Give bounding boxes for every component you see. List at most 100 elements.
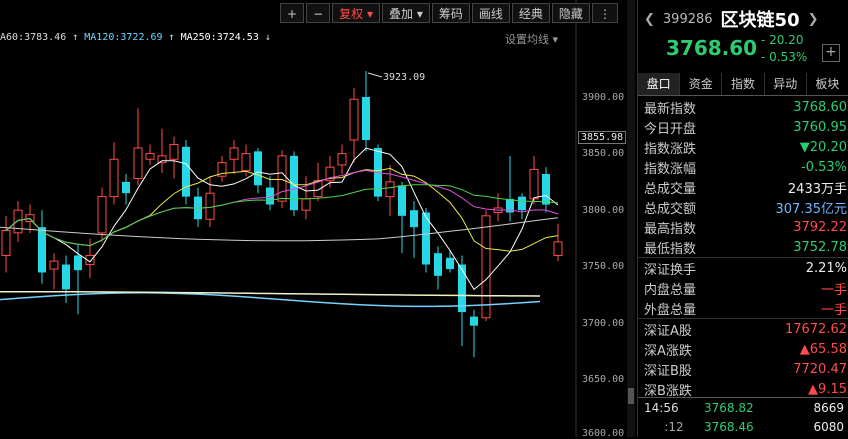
candle-body: [122, 181, 130, 194]
quote-row-value: 一手: [820, 282, 847, 298]
quote-row: 最高指数 3792.22: [638, 217, 848, 237]
candle-body: [446, 257, 454, 270]
candle-body: [362, 97, 370, 141]
dropdown-arrow-icon: ▾: [416, 7, 423, 21]
quote-row: 深证换手 2.21%: [638, 257, 848, 278]
quote-panel: ❮ 399286 区块链50 ❯ 3768.60 - 20.20 - 0.53%…: [637, 0, 848, 437]
candle-body: [385, 181, 395, 198]
quote-row: 最新指数 3768.60: [638, 97, 848, 117]
quote-row-label: 最低指数: [644, 241, 697, 257]
chevron-right-icon[interactable]: ❯: [808, 12, 819, 27]
arrow-up-icon: ↑: [72, 32, 79, 43]
quote-row-value: 一手: [820, 302, 847, 318]
tab-funds[interactable]: 资金: [680, 73, 723, 95]
quote-row-label: 深证A股: [644, 323, 692, 339]
quote-header: ❮ 399286 区块链50 ❯: [644, 6, 819, 32]
chevron-left-icon[interactable]: ❮: [644, 12, 655, 27]
quote-row: 指数涨幅 -0.53%: [638, 157, 848, 177]
candle-body: [277, 155, 287, 202]
draw-line-button[interactable]: 画线: [471, 3, 510, 23]
quote-rows: 最新指数 3768.60 今日开盘 3760.95 指数涨跌 ▼20.20 指数涨幅 -0.5…: [638, 97, 848, 399]
quote-row: 总成交量 2433万手: [638, 177, 848, 197]
quote-row-value: 3752.78: [793, 239, 847, 255]
quote-row-label: 总成交量: [644, 181, 697, 197]
tab-order-book[interactable]: 盘口: [638, 73, 681, 95]
candle-body: [518, 196, 526, 211]
candle-body: [157, 155, 167, 164]
ma-setting-link[interactable]: 设置均线 ▾: [505, 31, 558, 47]
candlestick-plot[interactable]: [0, 0, 634, 437]
dropdown-arrow-icon: ▾: [366, 7, 373, 21]
quote-row: 外盘总量 一手: [638, 298, 848, 318]
candle-body: [38, 227, 46, 273]
candle-body: [229, 147, 239, 160]
tab-index[interactable]: 指数: [722, 73, 765, 95]
quote-row: 今日开盘 3760.95: [638, 117, 848, 137]
candle-body: [434, 253, 442, 276]
candle-body: [145, 153, 155, 160]
y-tick-label: 3700.00: [582, 318, 625, 329]
candle-body: [398, 185, 406, 216]
quote-row-value: 3768.60: [793, 99, 847, 115]
index-code: 399286: [662, 11, 713, 27]
ma60-label: A60:3783.46: [0, 32, 67, 43]
quote-row-label: 最新指数: [644, 101, 697, 117]
adjust-button[interactable]: 复权 ▾: [332, 3, 380, 23]
ma250-label: MA250:3724.53: [180, 32, 259, 43]
y-tick-label: 3650.00: [582, 374, 625, 385]
last-price: 3768.60: [666, 36, 758, 60]
chips-button[interactable]: 筹码: [431, 3, 470, 23]
candle-body: [553, 241, 563, 256]
current-price-tag: 3855.98: [578, 131, 627, 144]
quote-row-label: 最高指数: [644, 221, 697, 237]
dropdown-arrow-icon: ▾: [552, 33, 559, 46]
quote-row-value: 3792.22: [793, 219, 847, 235]
price-change: - 20.20: [761, 33, 804, 47]
tab-sector[interactable]: 板块: [807, 73, 848, 95]
candle-body: [13, 209, 23, 234]
zoom-out-button[interactable]: −: [306, 3, 331, 23]
quote-row-label: 指数涨跌: [644, 141, 697, 157]
quote-row-value: 7720.47: [793, 361, 847, 377]
tab-movers[interactable]: 异动: [765, 73, 807, 95]
quote-row-label: 深证换手: [644, 262, 697, 278]
kline-chart[interactable]: [0, 0, 634, 437]
index-name: 区块链50: [720, 10, 800, 31]
quote-row-label: 指数涨幅: [644, 161, 697, 177]
y-tick-label: 3850.00: [582, 148, 625, 159]
arrow-up-icon: ↑: [168, 32, 175, 43]
candle-body: [133, 147, 143, 180]
candle-body: [1, 230, 11, 256]
price-change-pct: - 0.53%: [761, 50, 808, 64]
tick-row: :12 3768.46 6080: [664, 419, 844, 434]
ma-legend: A60:3783.46 ↑ MA120:3722.69 ↑ MA250:3724.5…: [0, 32, 271, 43]
candle-body: [529, 168, 539, 200]
ma60-line: [0, 217, 559, 242]
quote-row-value: 307.35亿元: [775, 201, 848, 217]
quote-row-value: ▲9.15: [808, 381, 847, 397]
quote-row: 深证B股 7720.47: [638, 359, 848, 379]
candle-body: [109, 158, 119, 198]
quote-row-value: 17672.62: [784, 321, 847, 337]
quote-row: 最低指数 3752.78: [638, 237, 848, 257]
ellipsis-vertical-icon[interactable]: ⋮: [591, 3, 618, 23]
classic-button[interactable]: 经典: [511, 3, 550, 23]
peak-arrow: [367, 72, 383, 78]
quote-row-label: 总成交额: [644, 201, 697, 217]
quote-row-value: ▼20.20: [799, 139, 847, 155]
quote-row: 内盘总量 一手: [638, 278, 848, 298]
y-tick-label: 3800.00: [582, 205, 625, 216]
zoom-in-button[interactable]: +: [280, 3, 305, 23]
add-watchlist-icon[interactable]: +: [822, 44, 840, 62]
candle-body: [349, 98, 359, 141]
quote-row-value: ▲65.58: [799, 341, 847, 357]
chart-scrollbar[interactable]: [627, 0, 635, 437]
quote-row: 深证A股 17672.62: [638, 318, 848, 339]
candle-body: [481, 215, 491, 319]
scrollbar-thumb[interactable]: [628, 388, 634, 404]
candle-body: [301, 198, 311, 211]
hide-button[interactable]: 隐藏: [551, 3, 590, 23]
quote-row-value: 2.21%: [805, 260, 847, 276]
overlay-button[interactable]: 叠加 ▾: [382, 3, 430, 23]
candle-body: [182, 146, 190, 197]
